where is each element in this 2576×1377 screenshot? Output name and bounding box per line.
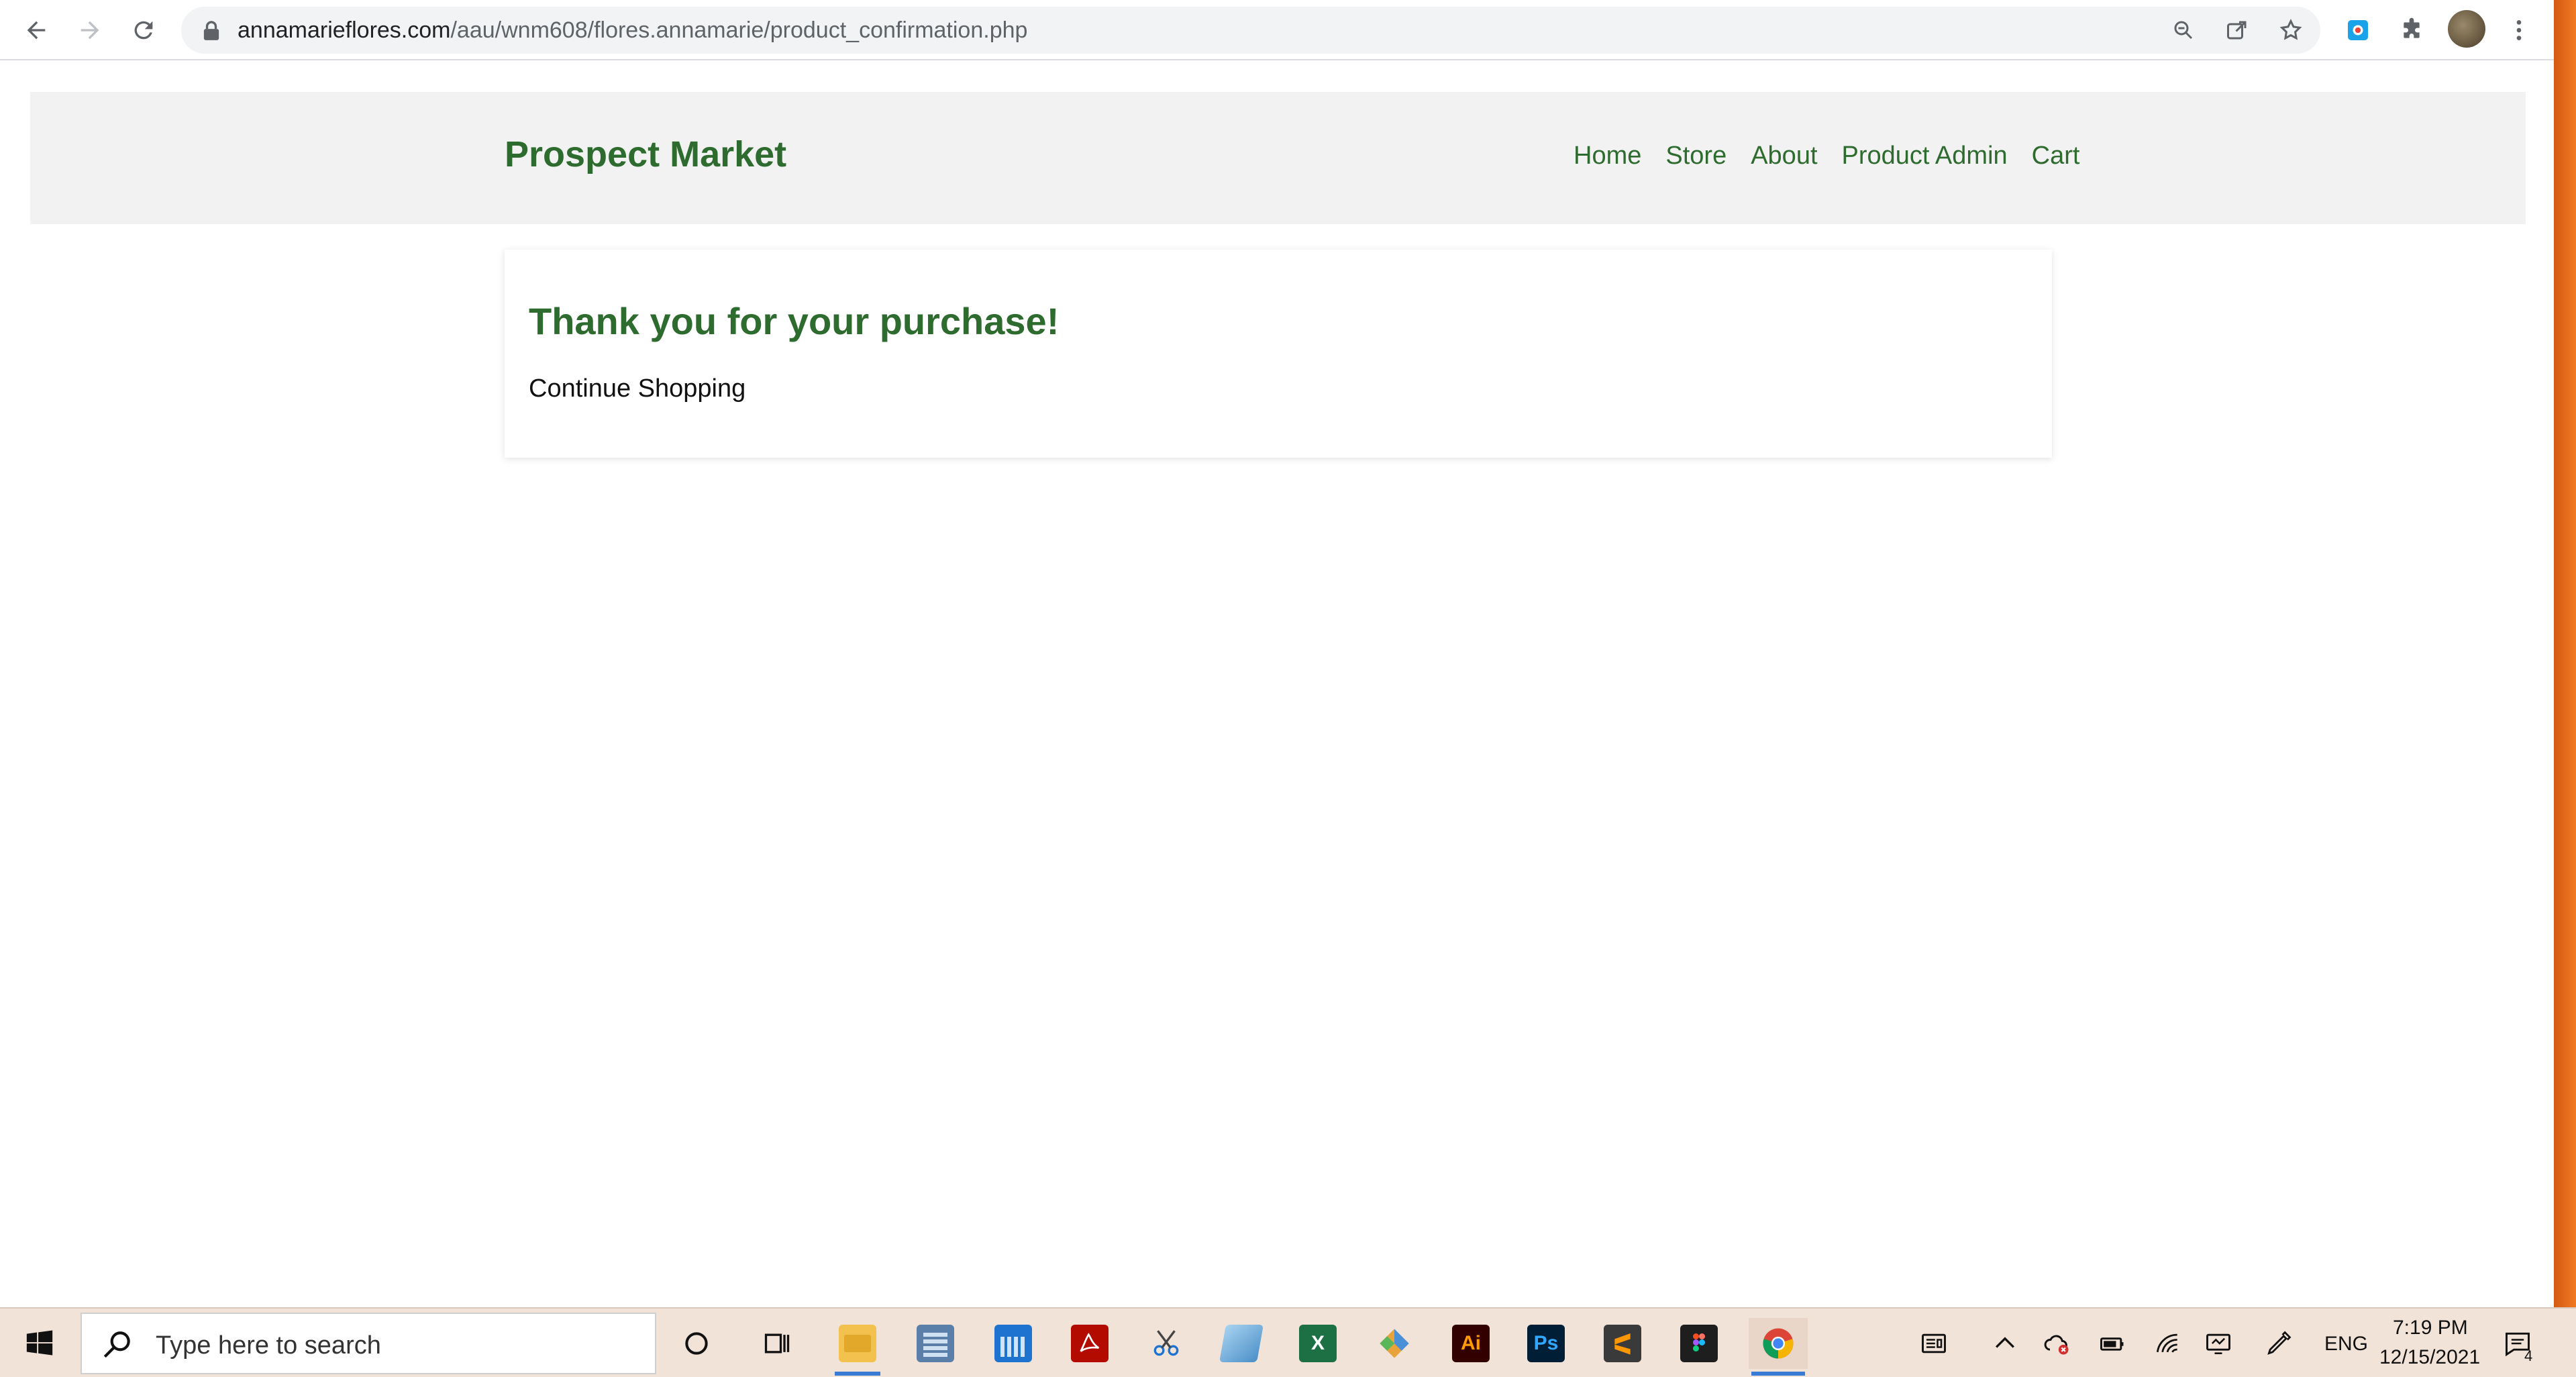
site-nav: Home Store About Product Admin Cart — [1574, 142, 2079, 170]
news-widget-icon[interactable] — [1916, 1326, 1951, 1361]
desktop-background-strip — [2554, 0, 2576, 1307]
nav-home[interactable]: Home — [1574, 142, 1641, 170]
notepad-icon[interactable] — [1216, 1318, 1267, 1369]
site-brand[interactable]: Prospect Market — [505, 134, 786, 175]
url-domain: annamarieflores.com — [238, 17, 451, 43]
acrobat-icon[interactable] — [1064, 1318, 1115, 1369]
calendar-icon[interactable] — [988, 1318, 1039, 1369]
battery-icon[interactable] — [2095, 1326, 2130, 1361]
snipping-icon[interactable] — [1141, 1318, 1192, 1369]
bookmark-star-icon[interactable] — [2276, 15, 2306, 45]
windows-logo-icon — [26, 1330, 53, 1356]
url-text[interactable]: annamarieflores.com/aau/wnm608/flores.an… — [238, 16, 1027, 44]
display-icon[interactable] — [2201, 1326, 2236, 1361]
chrome-icon[interactable] — [1749, 1318, 1808, 1376]
clock-date[interactable]: 12/15/2021 — [2379, 1346, 2480, 1369]
file-explorer-icon[interactable] — [832, 1318, 883, 1376]
address-bar[interactable]: annamarieflores.com/aau/wnm608/flores.an… — [181, 7, 2320, 54]
pen-icon[interactable] — [2261, 1326, 2296, 1361]
confirmation-title: Thank you for your purchase! — [529, 300, 1060, 342]
share-icon[interactable] — [2222, 15, 2252, 45]
browser-toolbar: annamarieflores.com/aau/wnm608/flores.an… — [0, 0, 2554, 60]
continue-shopping-link[interactable]: Continue Shopping — [529, 374, 745, 403]
extension-icon[interactable] — [2338, 10, 2378, 50]
search-icon — [103, 1331, 130, 1358]
notification-count: 4 — [2524, 1347, 2533, 1364]
screen: annamarieflores.com/aau/wnm608/flores.an… — [0, 0, 2576, 1377]
illustrator-icon[interactable]: Ai — [1445, 1318, 1496, 1369]
url-path: /aau/wnm608/flores.annamarie/product_con… — [450, 17, 1028, 43]
windows-taskbar: Type here to search X Ai Ps ENG 7:19 PM … — [0, 1307, 2576, 1377]
windows-start-button[interactable] — [0, 1309, 79, 1377]
search-placeholder: Type here to search — [156, 1331, 381, 1360]
back-arrow-icon[interactable] — [16, 10, 56, 50]
taskbar-search-box[interactable]: Type here to search — [81, 1313, 656, 1374]
cortana-icon[interactable] — [671, 1318, 722, 1369]
nav-cart[interactable]: Cart — [2032, 142, 2080, 170]
nav-product-admin[interactable]: Product Admin — [1842, 142, 2008, 170]
site-header: Prospect Market Home Store About Product… — [30, 92, 2526, 224]
figma-icon[interactable] — [1673, 1318, 1724, 1369]
chevron-up-icon[interactable] — [1988, 1326, 2022, 1361]
calculator-icon[interactable] — [910, 1318, 961, 1369]
language-indicator[interactable]: ENG — [2324, 1333, 2368, 1356]
kebab-menu-icon[interactable] — [2499, 10, 2539, 50]
puzzle-icon[interactable] — [2391, 10, 2432, 50]
photoshop-icon[interactable]: Ps — [1521, 1318, 1572, 1369]
confirmation-card: Thank you for your purchase! Continue Sh… — [505, 250, 2052, 458]
zoom-icon[interactable] — [2169, 15, 2198, 45]
git-icon[interactable] — [1369, 1318, 1420, 1369]
nav-store[interactable]: Store — [1665, 142, 1727, 170]
avatar[interactable] — [2448, 10, 2485, 48]
reload-icon[interactable] — [123, 10, 164, 50]
forward-arrow-icon[interactable] — [70, 10, 110, 50]
onedrive-error-icon[interactable] — [2040, 1326, 2075, 1361]
nav-about[interactable]: About — [1751, 142, 1817, 170]
task-view-icon[interactable] — [752, 1318, 803, 1369]
lock-icon[interactable] — [203, 20, 220, 40]
wifi-icon[interactable] — [2150, 1326, 2185, 1361]
excel-icon[interactable]: X — [1292, 1318, 1343, 1369]
clock-time[interactable]: 7:19 PM — [2393, 1317, 2468, 1339]
sublime-icon[interactable] — [1597, 1318, 1648, 1369]
